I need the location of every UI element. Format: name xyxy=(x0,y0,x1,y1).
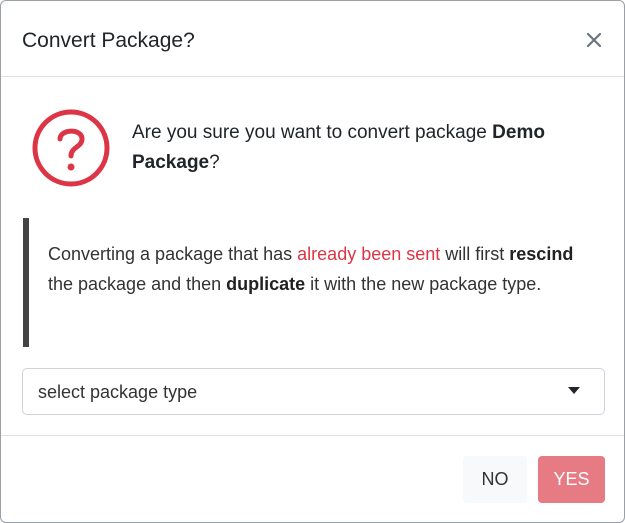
dialog-title: Convert Package? xyxy=(22,29,195,52)
dialog-header: Convert Package? xyxy=(1,1,624,77)
package-type-select-value: select package type xyxy=(38,382,198,402)
yes-button[interactable]: YES xyxy=(538,456,605,503)
footer-divider xyxy=(1,435,624,436)
warning-highlight: already been sent xyxy=(297,244,441,264)
warning-bold-duplicate: duplicate xyxy=(226,274,306,294)
close-icon xyxy=(586,32,602,48)
prompt-text: Are you sure you want to convert package xyxy=(132,122,493,143)
question-circle-icon xyxy=(32,109,110,187)
warning-text: will first xyxy=(440,244,510,264)
warning-text: Converting a package that has xyxy=(48,244,298,264)
no-button[interactable]: NO xyxy=(463,456,527,503)
convert-package-dialog: Convert Package? Are you sure you want t… xyxy=(0,0,625,523)
prompt-question-mark: ? xyxy=(209,152,220,173)
caret-down-icon xyxy=(568,387,580,394)
warning-text: it with the new package type. xyxy=(305,274,542,294)
warning-blockquote: Converting a package that has already be… xyxy=(23,218,583,347)
warning-bold-rescind: rescind xyxy=(509,244,574,264)
confirm-prompt: Are you sure you want to convert package… xyxy=(132,118,592,178)
close-button[interactable] xyxy=(579,25,609,55)
warning-text: the package and then xyxy=(48,274,227,294)
package-type-select[interactable]: select package type xyxy=(22,368,605,415)
